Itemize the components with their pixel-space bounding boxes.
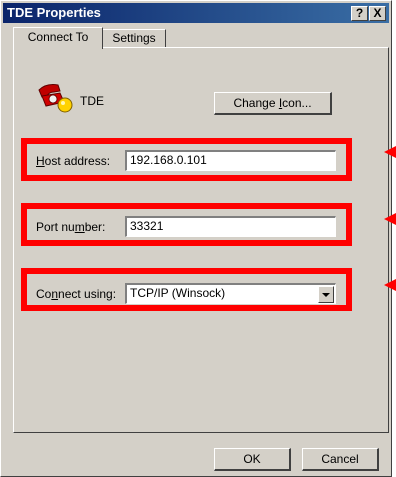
tab-settings[interactable]: Settings — [102, 29, 166, 48]
window-title: TDE Properties — [7, 5, 101, 20]
close-button[interactable]: X — [369, 6, 386, 21]
change-icon-button[interactable]: Change Icon... — [214, 92, 332, 115]
cancel-button[interactable]: Cancel — [302, 448, 379, 471]
ok-button[interactable]: OK — [214, 448, 291, 471]
tab-connect-to[interactable]: Connect To — [13, 27, 103, 49]
title-bar: TDE Properties ? X — [3, 3, 389, 23]
connect-using-arrow-icon — [384, 279, 396, 291]
host-address-arrow-icon — [384, 146, 396, 158]
help-button[interactable]: ? — [351, 6, 368, 21]
port-number-arrow-icon — [384, 213, 396, 225]
connection-name: TDE — [80, 94, 104, 108]
host-address-highlight — [21, 138, 352, 181]
connect-using-highlight — [21, 268, 352, 311]
port-number-highlight — [21, 203, 352, 246]
telephone-icon — [36, 82, 74, 114]
